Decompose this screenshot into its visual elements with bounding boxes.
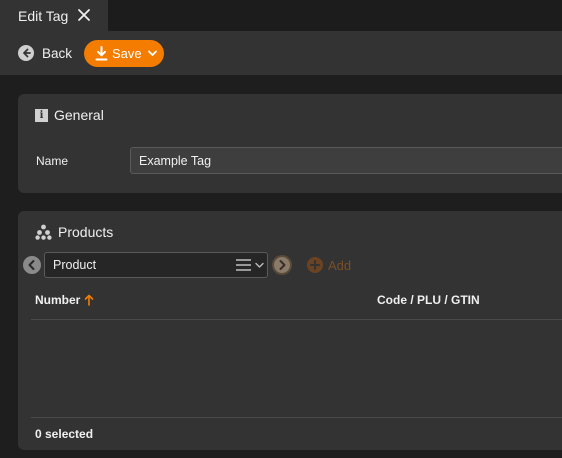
product-selector-value: Product bbox=[53, 258, 97, 272]
products-title: Products bbox=[35, 224, 113, 240]
table-footer-divider bbox=[31, 417, 562, 418]
general-title: i General bbox=[35, 107, 104, 123]
selected-count: 0 selected bbox=[35, 427, 94, 441]
close-icon[interactable] bbox=[76, 7, 92, 23]
column-header-code[interactable]: Code / PLU / GTIN bbox=[377, 293, 480, 307]
toolbar: Back Save bbox=[0, 31, 562, 75]
chevron-down-icon[interactable] bbox=[147, 48, 158, 59]
back-arrow-icon bbox=[18, 45, 34, 61]
tab-label: Edit Tag bbox=[18, 7, 69, 24]
product-selector[interactable]: Product bbox=[44, 252, 268, 278]
chevron-down-icon[interactable] bbox=[255, 261, 264, 270]
chevron-right-icon[interactable] bbox=[272, 255, 292, 275]
chevron-left-icon[interactable] bbox=[23, 256, 41, 274]
download-icon bbox=[95, 46, 108, 61]
save-label: Save bbox=[112, 46, 142, 61]
products-title-text: Products bbox=[58, 224, 114, 240]
column-number-label: Number bbox=[35, 293, 81, 307]
add-icon bbox=[307, 257, 323, 273]
tab-bar: Edit Tag bbox=[0, 0, 562, 31]
info-icon: i bbox=[35, 108, 48, 122]
back-label: Back bbox=[42, 45, 73, 61]
general-panel: i General Name bbox=[18, 94, 562, 193]
name-label: Name bbox=[36, 154, 69, 168]
save-button[interactable]: Save bbox=[84, 40, 164, 67]
general-title-text: General bbox=[54, 107, 104, 123]
content-area: i General Name Products Product bbox=[0, 75, 562, 458]
menu-icon[interactable] bbox=[236, 259, 251, 271]
products-icon bbox=[35, 224, 52, 240]
sort-up-icon bbox=[85, 294, 94, 306]
add-button[interactable]: Add bbox=[307, 257, 351, 273]
products-panel: Products Product Add Number Code / PLU /… bbox=[18, 211, 562, 450]
back-button[interactable]: Back bbox=[18, 43, 72, 63]
table-header-divider bbox=[31, 319, 562, 320]
tab-edit-tag[interactable]: Edit Tag bbox=[0, 0, 108, 31]
add-label: Add bbox=[328, 257, 352, 273]
column-header-number[interactable]: Number bbox=[35, 293, 94, 307]
name-input[interactable] bbox=[130, 147, 562, 174]
